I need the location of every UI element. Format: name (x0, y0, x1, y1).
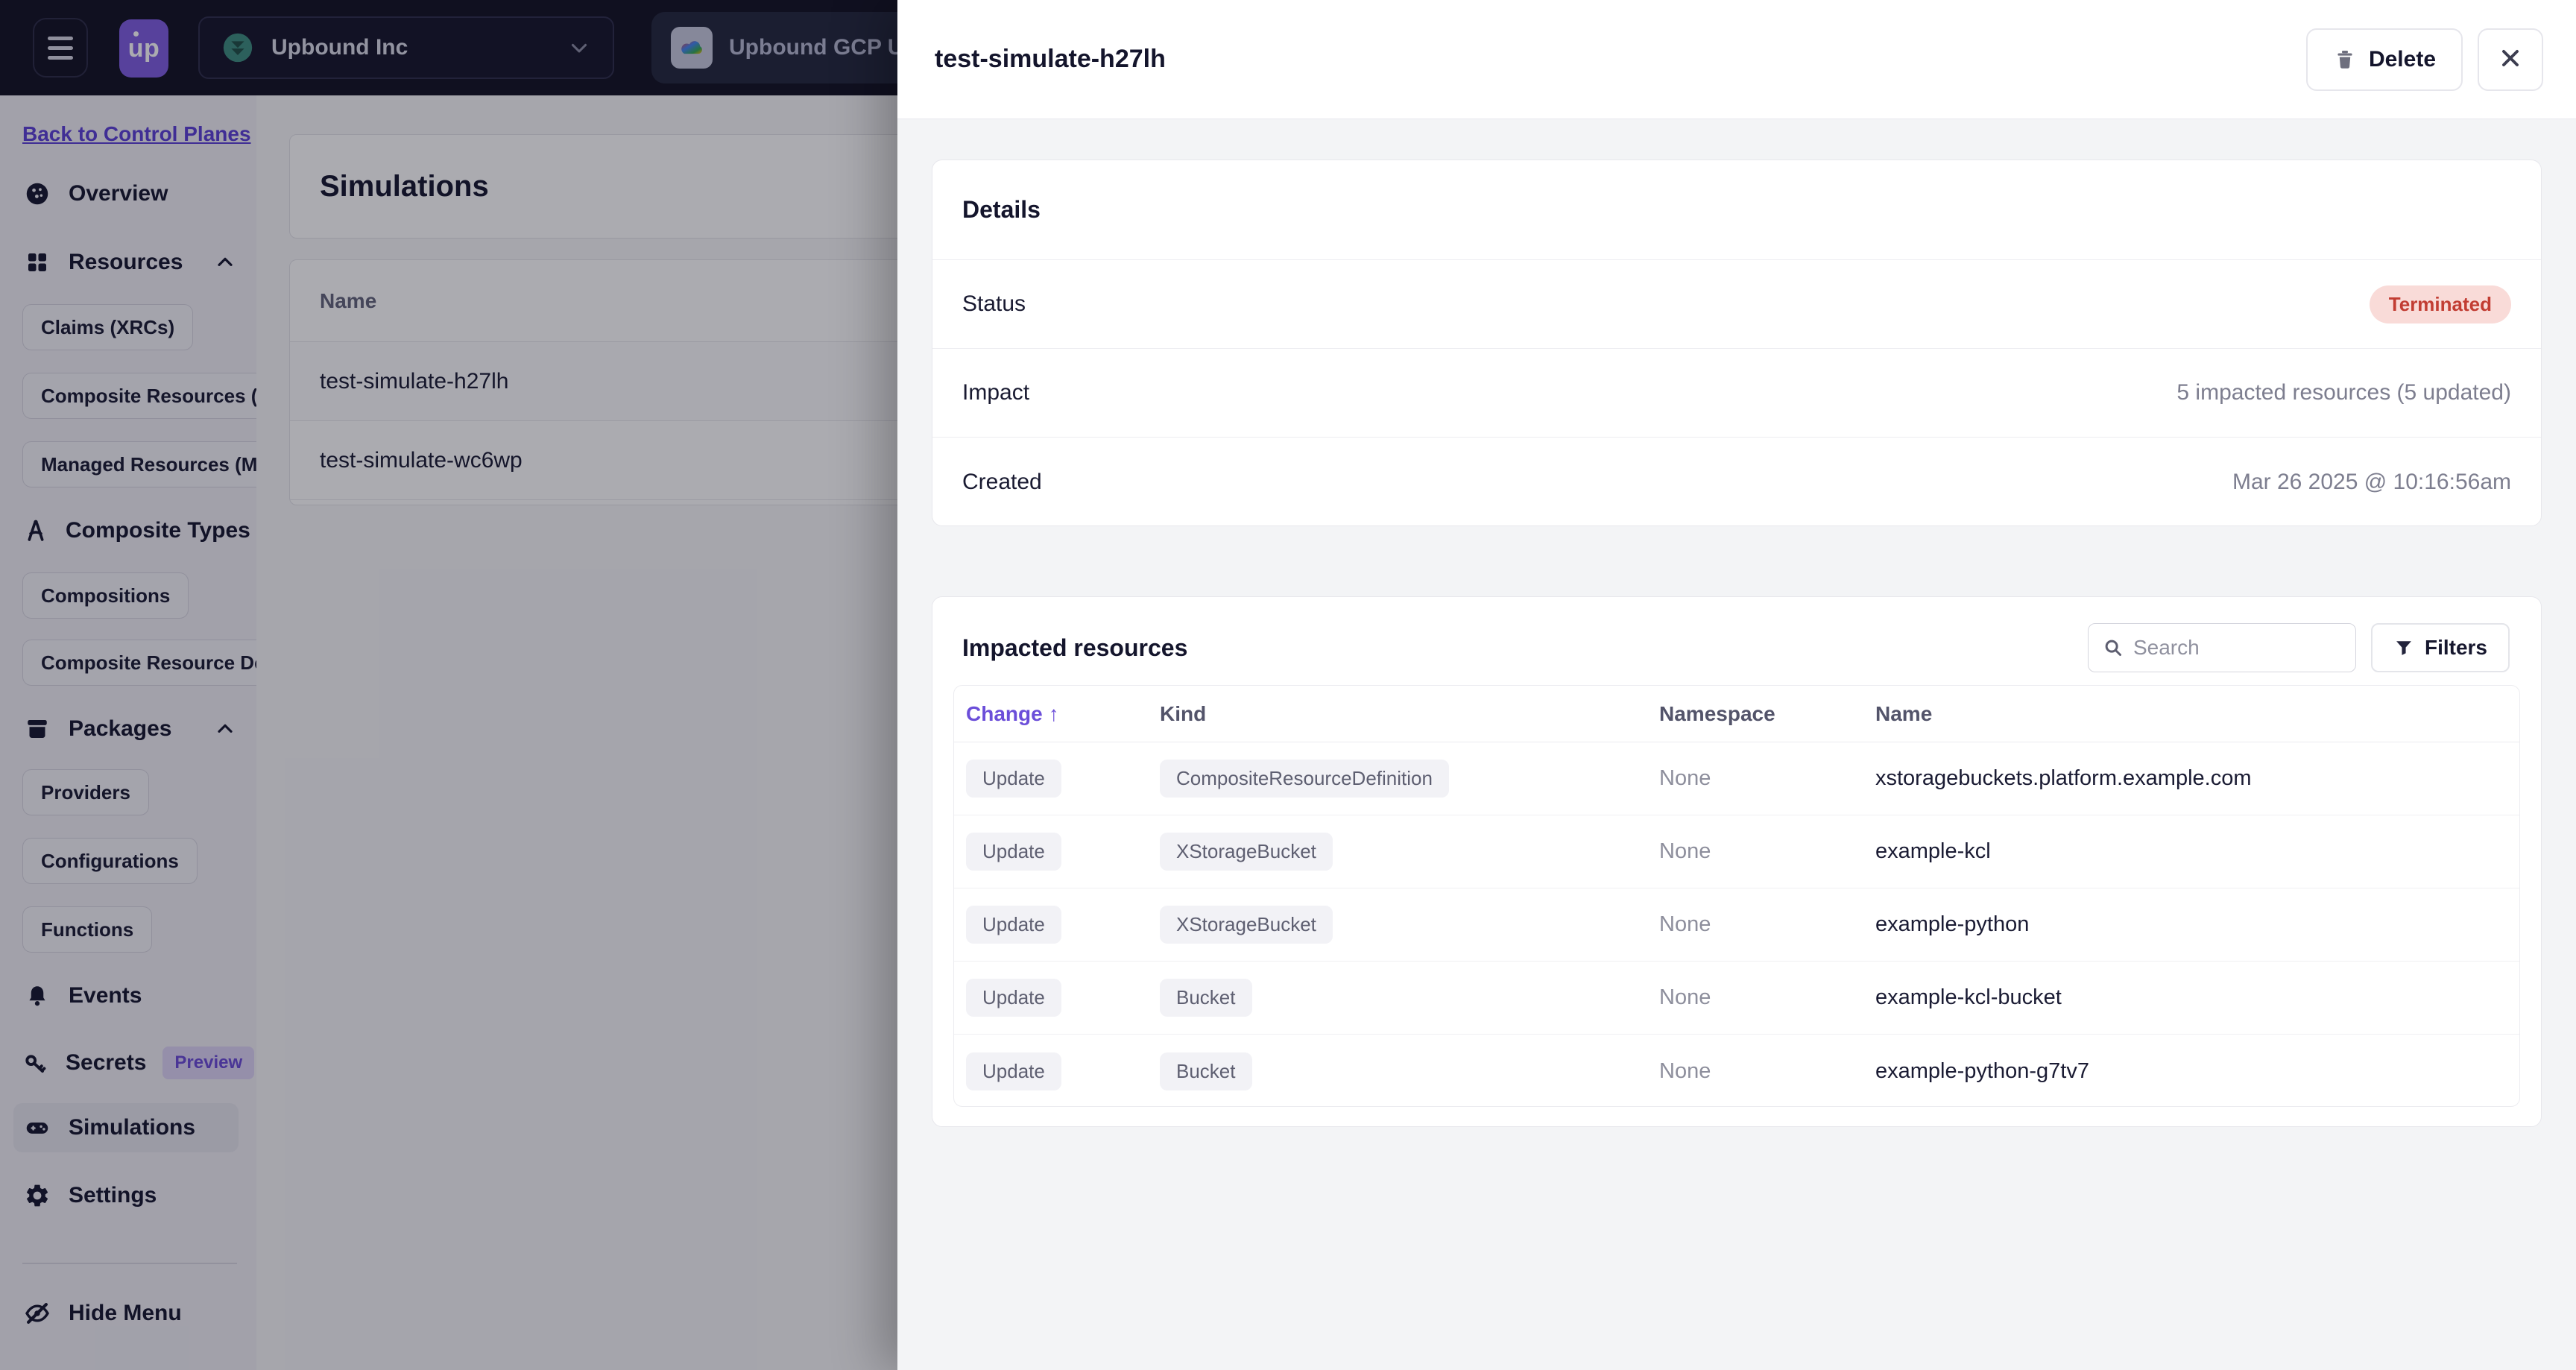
created-value: Mar 26 2025 @ 10:16:56am (2232, 469, 2511, 494)
simulation-detail-drawer: test-simulate-h27lh Delete Details Statu… (897, 0, 2576, 1370)
details-card: Details Status Terminated Impact 5 impac… (932, 160, 2542, 526)
table-row[interactable]: Update Bucket None example-kcl-bucket (954, 962, 2519, 1035)
table-row[interactable]: Update CompositeResourceDefinition None … (954, 742, 2519, 815)
close-button[interactable] (2478, 28, 2543, 91)
change-chip: Update (966, 1052, 1061, 1090)
drawer-header: test-simulate-h27lh Delete (897, 0, 2576, 119)
namespace-cell: None (1659, 985, 1711, 1009)
table-row[interactable]: Update XStorageBucket None example-pytho… (954, 888, 2519, 962)
close-icon (2497, 45, 2524, 74)
impact-row: Impact 5 impacted resources (5 updated) (932, 349, 2541, 438)
name-cell: example-python-g7tv7 (1875, 1058, 2089, 1083)
impact-label: Impact (962, 380, 1030, 405)
name-cell: xstoragebuckets.platform.example.com (1875, 766, 2252, 790)
namespace-cell: None (1659, 912, 1711, 936)
status-badge: Terminated (2369, 285, 2511, 323)
created-row: Created Mar 26 2025 @ 10:16:56am (932, 438, 2541, 525)
impacted-resources-title: Impacted resources (962, 634, 1188, 661)
table-row[interactable]: Update XStorageBucket None example-kcl (954, 815, 2519, 888)
search-input-wrapper (2087, 623, 2356, 672)
search-icon (2102, 637, 2124, 659)
table-header-row: Change ↑ Kind Namespace Name (954, 686, 2519, 742)
kind-chip: Bucket (1160, 1052, 1252, 1090)
drawer-title: test-simulate-h27lh (935, 45, 1166, 73)
name-cell: example-kcl-bucket (1875, 985, 2062, 1009)
filters-button[interactable]: Filters (2370, 623, 2510, 672)
namespace-cell: None (1659, 766, 1711, 790)
column-header-kind: Kind (1160, 701, 1207, 725)
kind-chip: XStorageBucket (1160, 906, 1333, 944)
sort-ascending-icon: ↑ (1048, 701, 1059, 725)
trash-icon (2333, 48, 2357, 72)
search-input[interactable] (2133, 636, 2327, 660)
drawer-body: Details Status Terminated Impact 5 impac… (897, 119, 2576, 1370)
namespace-cell: None (1659, 1058, 1711, 1083)
change-chip: Update (966, 906, 1061, 944)
details-title: Details (962, 196, 1041, 223)
kind-chip: CompositeResourceDefinition (1160, 760, 1449, 798)
impact-value: 5 impacted resources (5 updated) (2176, 380, 2511, 405)
column-header-change-sort[interactable]: Change ↑ (966, 702, 1160, 726)
column-header-namespace: Namespace (1659, 701, 1775, 725)
delete-label: Delete (2368, 46, 2436, 72)
status-label: Status (962, 291, 1026, 316)
filter-funnel-icon (2393, 637, 2414, 658)
delete-button[interactable]: Delete (2305, 28, 2463, 91)
namespace-cell: None (1659, 839, 1711, 863)
impacted-resources-table: Change ↑ Kind Namespace Name Update Comp… (953, 685, 2520, 1107)
name-cell: example-kcl (1875, 839, 1991, 863)
change-chip: Update (966, 760, 1061, 798)
change-chip: Update (966, 979, 1061, 1017)
created-label: Created (962, 469, 1042, 494)
filters-label: Filters (2424, 636, 2487, 659)
impacted-resources-card: Impacted resources Search Filters Change… (932, 596, 2542, 1127)
name-cell: example-python (1875, 912, 2030, 936)
kind-chip: XStorageBucket (1160, 833, 1333, 871)
kind-chip: Bucket (1160, 979, 1252, 1017)
change-chip: Update (966, 833, 1061, 871)
status-row: Status Terminated (932, 260, 2541, 349)
column-header-name: Name (1875, 701, 1933, 725)
table-row[interactable]: Update Bucket None example-python-g7tv7 (954, 1035, 2519, 1106)
